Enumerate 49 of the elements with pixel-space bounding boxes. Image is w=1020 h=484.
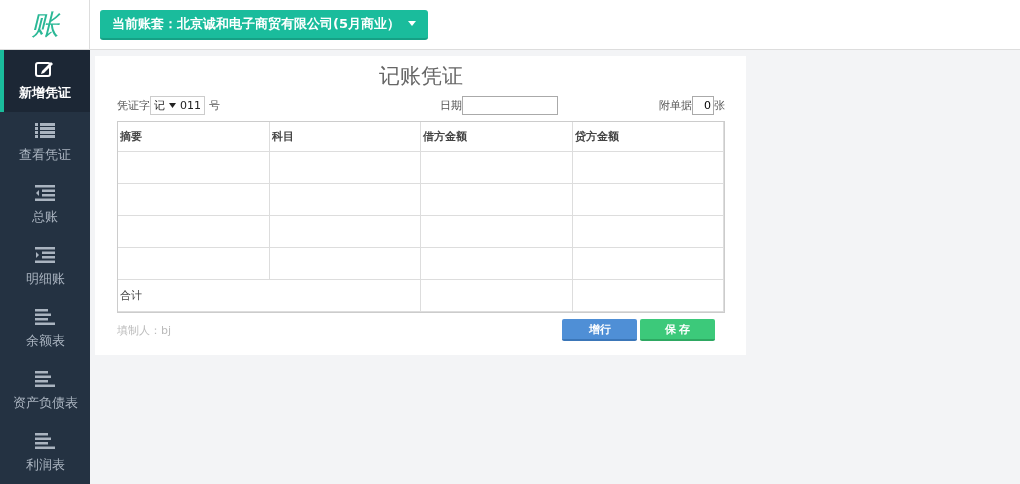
bars-icon <box>34 432 56 450</box>
table-cell[interactable] <box>421 216 573 248</box>
table-cell[interactable] <box>572 152 724 184</box>
sidebar-item[interactable]: 利润表 <box>0 422 90 484</box>
add-row-button[interactable]: 增行 <box>562 319 637 341</box>
table-cell[interactable] <box>269 184 421 216</box>
sidebar-item[interactable]: 总账 <box>0 174 90 236</box>
indent-icon <box>34 246 56 264</box>
logo-text: 账 <box>30 6 59 43</box>
sidebar-item[interactable]: 新增凭证 <box>0 50 90 112</box>
column-header: 贷方金额 <box>572 122 724 152</box>
table-cell[interactable] <box>118 184 270 216</box>
voucher-title: 记账凭证 <box>378 63 464 90</box>
dropdown-arrow-icon <box>169 103 176 108</box>
table-cell[interactable] <box>572 248 724 280</box>
date-label: 日期 <box>440 98 463 113</box>
column-header: 摘要 <box>118 122 270 152</box>
caret-icon <box>408 21 416 26</box>
outdent-icon <box>34 184 56 202</box>
table-cell[interactable] <box>421 152 573 184</box>
table-cell[interactable] <box>118 152 270 184</box>
table-cell[interactable] <box>572 184 724 216</box>
table-cell[interactable] <box>572 216 724 248</box>
attachment-count-field[interactable]: 0 <box>692 96 714 115</box>
table-cell[interactable] <box>269 248 421 280</box>
total-label-cell: 合计 <box>118 280 421 312</box>
edit-icon <box>34 60 56 78</box>
sidebar-item[interactable]: 余额表 <box>0 298 90 360</box>
bars-icon <box>34 308 56 326</box>
voucher-number-field[interactable]: 记 011 <box>150 96 205 115</box>
table-cell[interactable] <box>269 216 421 248</box>
column-header: 借方金额 <box>421 122 573 152</box>
number-suffix: 号 <box>207 98 220 113</box>
sidebar-item[interactable]: 资产负债表 <box>0 360 90 422</box>
attachment-label: 附单据 <box>659 98 692 113</box>
date-field[interactable] <box>462 96 559 115</box>
table-cell[interactable] <box>269 152 421 184</box>
table-cell[interactable] <box>421 184 573 216</box>
sidebar-item[interactable]: 明细账 <box>0 236 90 298</box>
table-cell[interactable] <box>421 248 573 280</box>
sidebar-item[interactable]: 查看凭证 <box>0 112 90 174</box>
attachment-suffix: 张 <box>714 98 725 113</box>
preparer-text: 填制人：bj <box>117 322 172 338</box>
table-cell[interactable] <box>118 248 270 280</box>
list-icon <box>34 122 56 140</box>
voucher-word-label: 凭证字 <box>117 98 150 113</box>
bars-icon <box>34 370 56 388</box>
column-header: 科目 <box>269 122 421 152</box>
table-cell[interactable] <box>118 216 270 248</box>
